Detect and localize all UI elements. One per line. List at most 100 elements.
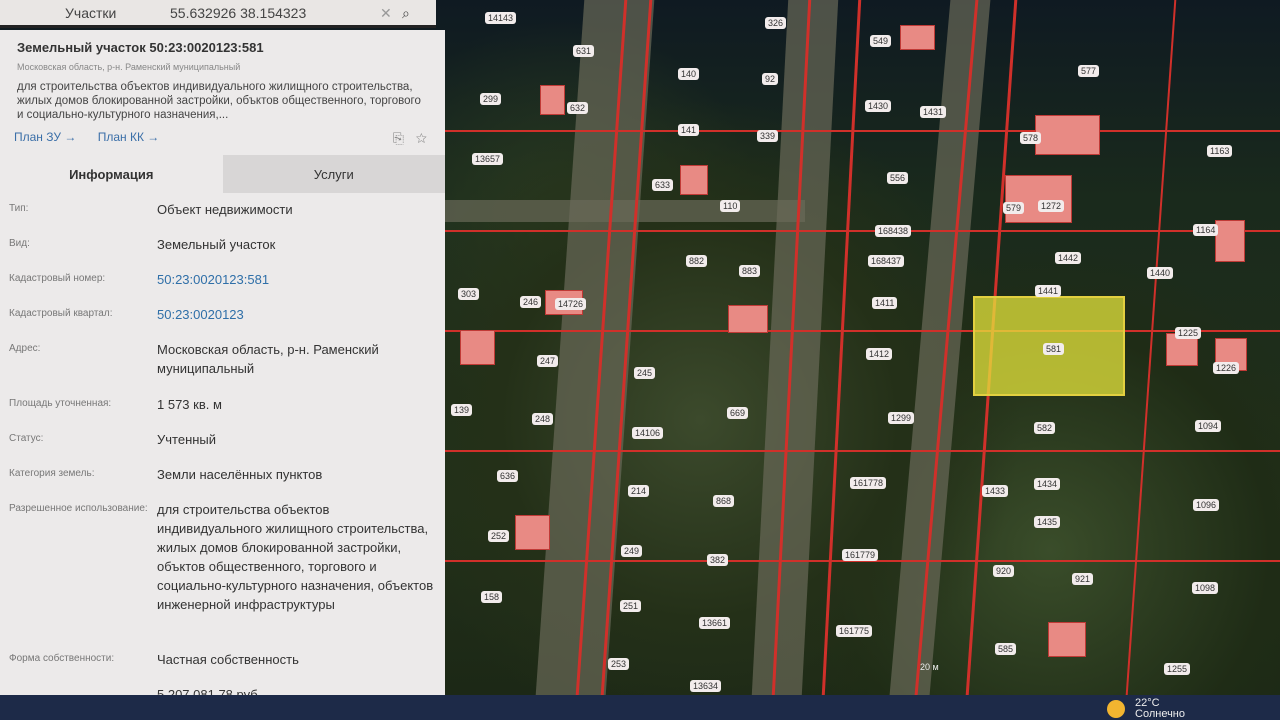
sun-icon (1107, 700, 1125, 718)
parcel-number-label[interactable]: 1225 (1175, 327, 1202, 339)
field-value: Учтенный (157, 432, 217, 447)
parcel-number-label[interactable]: 110 (720, 200, 741, 212)
parcel-number-label[interactable]: 582 (1034, 422, 1056, 434)
parcel-address: Московская область, р-н. Раменский муниц… (17, 62, 241, 72)
field-label: Вид: (9, 238, 30, 249)
parcel-number-label[interactable]: 579 (1003, 202, 1025, 214)
parcel-number-label[interactable]: 14143 (485, 12, 517, 24)
parcel-number-label[interactable]: 303 (458, 288, 480, 300)
parcel-number-label[interactable]: 214 (628, 485, 650, 497)
parcel-number-label[interactable]: 13634 (690, 680, 722, 692)
parcel-number-label[interactable]: 632 (567, 102, 589, 114)
field-label: Тип: (9, 203, 29, 214)
parcel-number-label[interactable]: 577 (1078, 65, 1100, 77)
parcel-number-label[interactable]: 1411 (872, 297, 898, 309)
parcel-number-label[interactable]: 248 (532, 413, 554, 425)
parcel-number-label[interactable]: 578 (1020, 132, 1042, 144)
parcel-number-label[interactable]: 92 (762, 73, 779, 85)
map-scale: 20 м (920, 662, 939, 672)
parcel-number-label[interactable]: 382 (707, 554, 729, 566)
parcel-number-label[interactable]: 1255 (1164, 663, 1191, 675)
search-category[interactable]: Участки (65, 5, 116, 21)
parcel-number-label[interactable]: 1094 (1195, 420, 1222, 432)
parcel-number-label[interactable]: 141 (678, 124, 700, 136)
field-value: 5 207 081,78 руб (157, 687, 258, 695)
parcel-number-label[interactable]: 631 (573, 45, 595, 57)
parcel-number-label[interactable]: 161779 (842, 549, 879, 561)
parcel-number-label[interactable]: 168438 (875, 225, 912, 237)
parcel-number-label[interactable]: 549 (870, 35, 892, 47)
parcel-number-label[interactable]: 1440 (1147, 267, 1174, 279)
parcel-number-label[interactable]: 669 (727, 407, 749, 419)
field-value: для строительства объектов индивидуально… (157, 502, 434, 612)
parcel-number-label[interactable]: 1441 (1035, 285, 1062, 297)
parcel-number-label[interactable]: 158 (481, 591, 503, 603)
parcel-number-label[interactable]: 1433 (982, 485, 1009, 497)
parcel-number-label[interactable]: 249 (621, 545, 643, 557)
weather-widget[interactable]: 22°C Солнечно (1135, 698, 1185, 720)
search-icon[interactable]: ⌕ (402, 5, 410, 22)
parcel-number-label[interactable]: 13661 (699, 617, 731, 629)
field-value: Объект недвижимости (157, 202, 293, 217)
search-document-icon[interactable]: ⎘ (393, 130, 404, 146)
parcel-number-label[interactable]: 251 (620, 600, 642, 612)
parcel-number-label[interactable]: 1096 (1193, 499, 1220, 511)
field-label: Адрес: (9, 343, 41, 354)
star-icon[interactable]: ☆ (416, 130, 427, 146)
search-bar[interactable]: Участки 55.632926 38.154323 ✕ ⌕ (0, 0, 436, 28)
parcel-number-label[interactable]: 246 (520, 296, 542, 308)
field-value: Московская область, р-н. Раменский муниц… (157, 342, 379, 376)
parcel-number-label[interactable]: 14726 (555, 298, 587, 310)
parcel-number-label[interactable]: 13657 (472, 153, 504, 165)
parcel-number-label[interactable]: 252 (488, 530, 510, 542)
parcel-number-label[interactable]: 14106 (632, 427, 664, 439)
taskbar (0, 695, 1280, 720)
clear-icon[interactable]: ✕ (380, 5, 392, 22)
parcel-number-label[interactable]: 1435 (1034, 516, 1061, 528)
parcel-number-label[interactable]: 1272 (1038, 200, 1065, 212)
parcel-number-label[interactable]: 636 (497, 470, 519, 482)
tab-information[interactable]: Информация (0, 155, 223, 193)
field-label: Разрешенное использование: (9, 503, 148, 514)
plan-zu-link[interactable]: План ЗУ → (14, 130, 76, 144)
parcel-number-label[interactable]: 1442 (1055, 252, 1082, 264)
parcel-number-label[interactable]: 247 (537, 355, 559, 367)
weather-condition: Солнечно (1135, 708, 1185, 720)
parcel-number-label[interactable]: 1412 (866, 348, 893, 360)
parcel-number-label[interactable]: 882 (686, 255, 708, 267)
plan-kk-link[interactable]: План КК → (98, 130, 160, 144)
tab-services[interactable]: Услуги (222, 155, 445, 193)
field-value[interactable]: 50:23:0020123 (157, 305, 437, 324)
parcel-number-label[interactable]: 1430 (865, 100, 892, 112)
parcel-number-label[interactable]: 920 (993, 565, 1015, 577)
parcel-number-label[interactable]: 140 (678, 68, 700, 80)
parcel-number-label[interactable]: 581 (1043, 343, 1065, 355)
parcel-number-label[interactable]: 139 (451, 404, 473, 416)
parcel-number-label[interactable]: 1434 (1034, 478, 1061, 490)
parcel-number-label[interactable]: 1098 (1192, 582, 1219, 594)
parcel-number-label[interactable]: 1431 (920, 106, 947, 118)
parcel-number-label[interactable]: 339 (757, 130, 779, 142)
parcel-number-label[interactable]: 326 (765, 17, 787, 29)
parcel-number-label[interactable]: 1164 (1193, 224, 1219, 236)
parcel-number-label[interactable]: 633 (652, 179, 674, 191)
parcel-number-label[interactable]: 921 (1072, 573, 1094, 585)
info-panel: Земельный участок 50:23:0020123:581 Моск… (0, 30, 445, 695)
parcel-number-label[interactable]: 585 (995, 643, 1017, 655)
search-input[interactable]: 55.632926 38.154323 (170, 5, 306, 21)
parcel-number-label[interactable]: 883 (739, 265, 761, 277)
parcel-number-label[interactable]: 253 (608, 658, 630, 670)
parcel-number-label[interactable]: 168437 (868, 255, 905, 267)
parcel-number-label[interactable]: 299 (480, 93, 502, 105)
parcel-number-label[interactable]: 245 (634, 367, 656, 379)
parcel-number-label[interactable]: 868 (713, 495, 735, 507)
parcel-number-label[interactable]: 556 (887, 172, 909, 184)
parcel-number-label[interactable]: 1299 (888, 412, 915, 424)
parcel-number-label[interactable]: 161775 (836, 625, 873, 637)
field-value: 1 573 кв. м (157, 397, 222, 412)
field-value[interactable]: 50:23:0020123:581 (157, 270, 437, 289)
parcel-number-label[interactable]: 161778 (850, 477, 887, 489)
parcel-number-label[interactable]: 1163 (1207, 145, 1233, 157)
parcel-number-label[interactable]: 1226 (1213, 362, 1240, 374)
field-label: Площадь уточненная: (9, 398, 112, 409)
